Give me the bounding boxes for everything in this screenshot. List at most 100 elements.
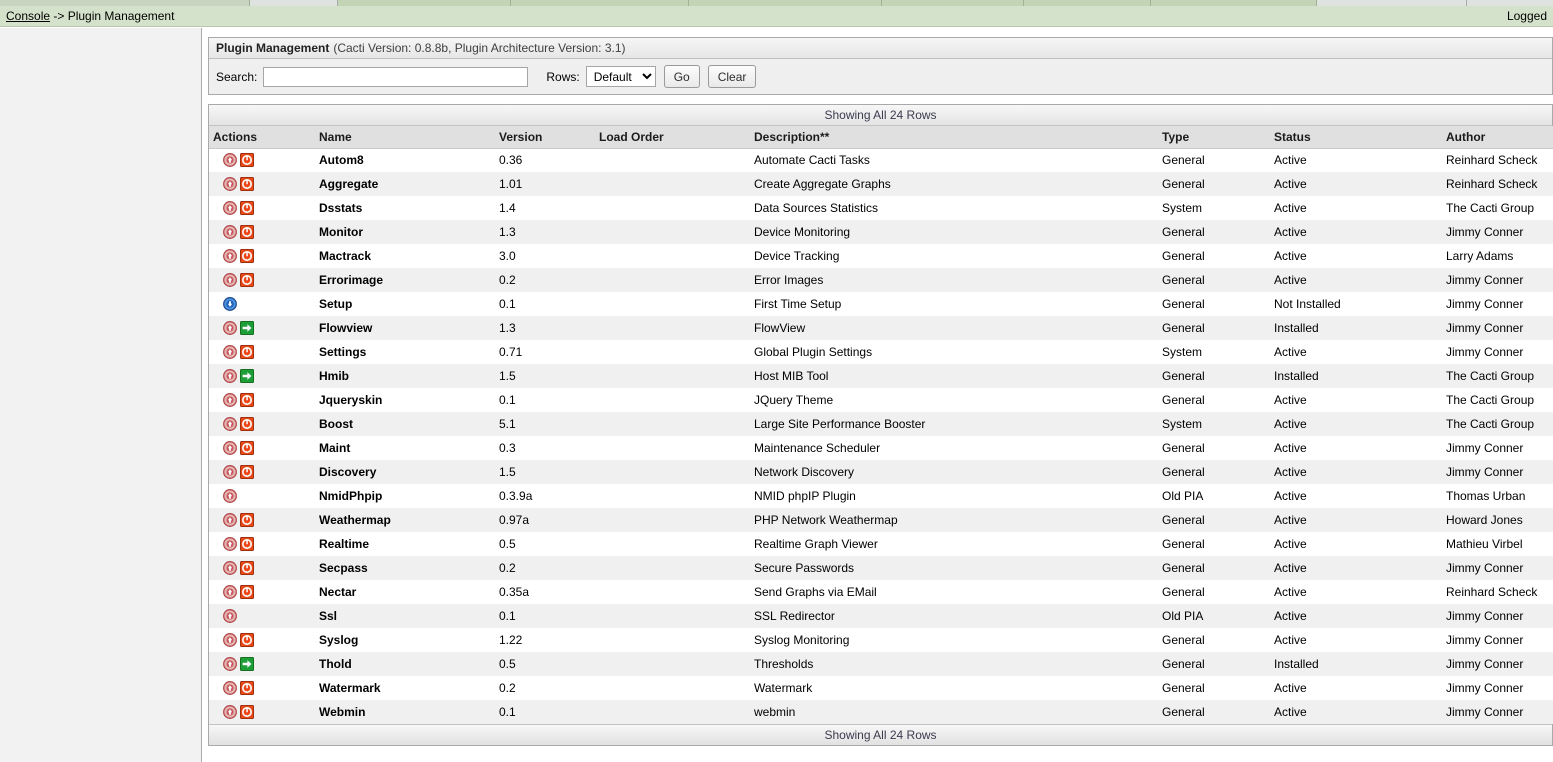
plugin-status: Not Installed [1274, 297, 1341, 311]
install-icon[interactable] [223, 297, 237, 311]
disable-icon[interactable] [240, 177, 254, 191]
uninstall-icon[interactable] [223, 177, 237, 191]
disable-icon[interactable] [240, 681, 254, 695]
plugin-name[interactable]: Syslog [315, 628, 495, 652]
plugin-name[interactable]: Dsstats [315, 196, 495, 220]
breadcrumb-console-link[interactable]: Console [6, 9, 50, 23]
uninstall-icon[interactable] [223, 465, 237, 479]
plugin-name[interactable]: Weathermap [315, 508, 495, 532]
plugin-author: Jimmy Conner [1446, 321, 1524, 335]
clear-button[interactable]: Clear [707, 65, 757, 88]
plugin-name[interactable]: Ssl [315, 604, 495, 628]
disable-icon[interactable] [240, 561, 254, 575]
search-input[interactable] [263, 66, 529, 87]
disable-icon[interactable] [240, 633, 254, 647]
disable-icon[interactable] [240, 345, 254, 359]
disable-icon[interactable] [240, 417, 254, 431]
actions-cell [209, 292, 315, 316]
uninstall-icon[interactable] [223, 513, 237, 527]
plugin-name[interactable]: Watermark [315, 676, 495, 700]
uninstall-icon[interactable] [223, 417, 237, 431]
enable-icon[interactable] [240, 657, 254, 671]
plugin-name[interactable]: Aggregate [315, 172, 495, 196]
plugin-author: Reinhard Scheck [1446, 585, 1538, 599]
actions-group [213, 465, 315, 479]
plugin-name[interactable]: Autom8 [315, 148, 495, 172]
plugin-name[interactable]: Realtime [315, 532, 495, 556]
enable-icon[interactable] [240, 321, 254, 335]
actions-group [213, 609, 315, 623]
plugin-name[interactable]: Maint [315, 436, 495, 460]
uninstall-icon[interactable] [223, 321, 237, 335]
plugin-name[interactable]: Errorimage [315, 268, 495, 292]
plugin-name[interactable]: Secpass [315, 556, 495, 580]
column-header-type[interactable]: Type [1158, 126, 1270, 149]
disable-icon[interactable] [240, 465, 254, 479]
uninstall-icon[interactable] [223, 609, 237, 623]
uninstall-icon[interactable] [223, 705, 237, 719]
rows-select[interactable]: Default [585, 66, 656, 87]
disable-icon[interactable] [240, 393, 254, 407]
uninstall-icon[interactable] [223, 561, 237, 575]
plugin-version: 0.97a [499, 513, 530, 527]
plugin-name[interactable]: Jqueryskin [315, 388, 495, 412]
disable-icon[interactable] [240, 249, 254, 263]
column-header-load-order[interactable]: Load Order [595, 126, 750, 149]
uninstall-icon[interactable] [223, 633, 237, 647]
enable-icon[interactable] [240, 369, 254, 383]
uninstall-icon[interactable] [223, 345, 237, 359]
uninstall-icon[interactable] [223, 225, 237, 239]
actions-cell [209, 220, 315, 244]
plugin-name[interactable]: Thold [315, 652, 495, 676]
uninstall-icon[interactable] [223, 585, 237, 599]
table-row: Nectar 0.35a Send Graphs via EMail General A… [209, 580, 1553, 604]
plugin-name[interactable]: Hmib [315, 364, 495, 388]
disable-icon[interactable] [240, 273, 254, 287]
uninstall-icon[interactable] [223, 441, 237, 455]
column-header-description[interactable]: Description** [750, 126, 1158, 149]
uninstall-icon[interactable] [223, 249, 237, 263]
column-header-author[interactable]: Author [1442, 126, 1553, 149]
plugin-name[interactable]: Webmin [315, 700, 495, 724]
plugin-load-order [595, 628, 750, 652]
uninstall-icon[interactable] [223, 537, 237, 551]
uninstall-icon[interactable] [223, 393, 237, 407]
actions-cell [209, 484, 315, 508]
plugin-name[interactable]: Discovery [315, 460, 495, 484]
disable-icon[interactable] [240, 201, 254, 215]
plugin-name[interactable]: Settings [315, 340, 495, 364]
go-button[interactable]: Go [663, 65, 700, 88]
disable-icon[interactable] [240, 585, 254, 599]
uninstall-icon[interactable] [223, 681, 237, 695]
uninstall-icon[interactable] [223, 153, 237, 168]
disable-icon[interactable] [240, 225, 254, 239]
disable-icon[interactable] [240, 537, 254, 551]
column-header-actions[interactable]: Actions [209, 126, 315, 149]
plugin-name[interactable]: Boost [315, 412, 495, 436]
plugin-name[interactable]: Nectar [315, 580, 495, 604]
plugin-type: General [1162, 561, 1205, 575]
plugin-name[interactable]: Setup [315, 292, 495, 316]
plugin-status: Active [1274, 705, 1307, 719]
plugin-type: System [1162, 345, 1203, 359]
uninstall-icon[interactable] [223, 369, 237, 383]
plugin-name[interactable]: Mactrack [315, 244, 495, 268]
plugin-load-order [595, 580, 750, 604]
disable-icon[interactable] [240, 441, 254, 455]
plugin-name[interactable]: Flowview [315, 316, 495, 340]
uninstall-icon[interactable] [223, 273, 237, 287]
uninstall-icon[interactable] [223, 489, 237, 503]
plugin-version: 0.71 [499, 345, 523, 359]
disable-icon[interactable] [240, 705, 254, 719]
disable-icon[interactable] [240, 513, 254, 527]
plugin-name[interactable]: Monitor [315, 220, 495, 244]
uninstall-icon[interactable] [223, 657, 237, 671]
column-header-status[interactable]: Status [1270, 126, 1442, 149]
disable-icon[interactable] [240, 153, 254, 168]
uninstall-icon[interactable] [223, 201, 237, 215]
plugin-load-order [595, 676, 750, 700]
column-header-version[interactable]: Version [495, 126, 595, 149]
plugin-name[interactable]: NmidPhpip [315, 484, 495, 508]
plugin-load-order [595, 556, 750, 580]
column-header-name[interactable]: Name [315, 126, 495, 149]
